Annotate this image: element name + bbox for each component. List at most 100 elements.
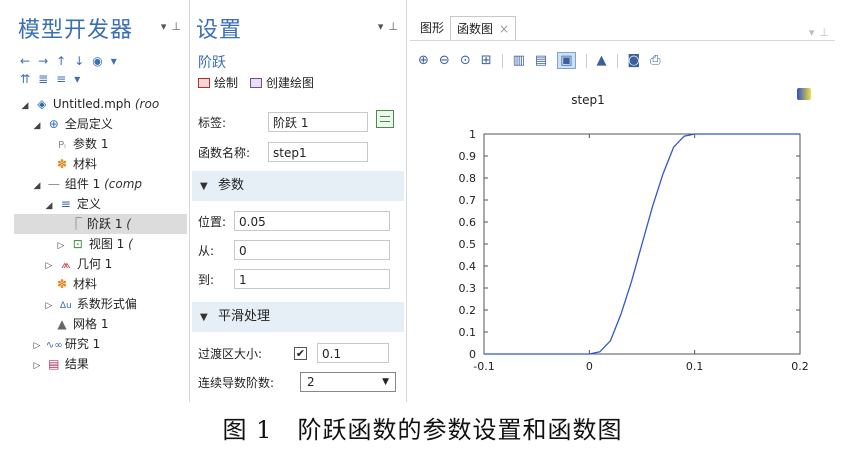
panel-pin-controls[interactable]: ▾ ⊥ [804, 26, 829, 39]
tree-node-step-function[interactable]: ⎾ 阶跃 1 ( [14, 214, 187, 234]
y-tick-label: 0.1 [459, 326, 477, 339]
camera-icon[interactable]: ◙ [628, 53, 641, 68]
tree-node-view[interactable]: ▷ ⊡ 视图 1 ( [14, 234, 187, 254]
tree-node-mesh[interactable]: ▲ 网格 1 [14, 314, 187, 334]
parameters-section-header[interactable]: ▼ 参数 [192, 171, 404, 201]
tree-node-study[interactable]: ▷ ∿∞ 研究 1 [14, 334, 187, 354]
continuous-derivatives-select[interactable]: 2 ▼ [300, 372, 396, 392]
file-icon: ◈ [37, 97, 47, 111]
transition-zone-checkbox[interactable]: ✔ [294, 346, 307, 360]
expand-triangle-icon[interactable]: ◢ [32, 116, 42, 134]
table-icon[interactable]: ▤ [535, 53, 547, 68]
y-tick-label: 0.4 [459, 260, 477, 273]
y-tick-label: 0.6 [459, 216, 477, 229]
tree-node-geometry[interactable]: ▷ ⩕ 几何 1 [14, 254, 187, 274]
tag-label: 标签: [198, 115, 227, 130]
tree-node-parameters[interactable]: Pᵢ 参数 1 [14, 134, 187, 154]
zoom-extents-icon[interactable]: ⊞ [481, 53, 492, 68]
tree-node-coefficient-pde[interactable]: ▷ Δu 系数形式偏 [14, 294, 187, 314]
continuous-derivatives-value: 2 [307, 375, 315, 389]
chevron-down-icon[interactable]: ▾ [74, 72, 80, 86]
transition-zone-input[interactable]: 0.1 [317, 343, 389, 363]
graphics-toolbar: ⊕ ⊖ ⊙ ⊞ ▥ ▤ ▣ ▲ ◙ ⎙ [418, 52, 661, 69]
up-arrow-icon[interactable]: ↑ [56, 54, 66, 68]
plot-axes: 00.10.20.30.40.50.60.70.80.91-0.1 0 0.1 0.2 [459, 128, 809, 373]
pin-icon[interactable]: ⊥ [388, 20, 398, 33]
zoom-out-icon[interactable]: ⊖ [439, 53, 450, 68]
plot-window-icon[interactable]: ▣ [557, 52, 576, 69]
collapsed-triangle-icon[interactable]: ▷ [44, 296, 54, 314]
chevron-down-icon[interactable]: ▾ [809, 26, 815, 39]
tree-node-results[interactable]: ▷ ▤ 结果 [14, 354, 187, 374]
model-builder-nav-toolbar: ← → ↑ ↓ ◉ ▾ [20, 52, 117, 70]
to-label: 到: [198, 272, 215, 287]
show-icon[interactable]: ◉ [92, 54, 102, 68]
zoom-box-icon[interactable]: ⊙ [460, 53, 471, 68]
to-input[interactable]: 1 [234, 269, 390, 289]
tab-graphics[interactable]: 图形 [414, 16, 450, 40]
plot-button[interactable]: 绘制 [198, 74, 238, 91]
back-arrow-icon[interactable]: ← [20, 54, 30, 68]
smoothing-section-header[interactable]: ▼ 平滑处理 [192, 302, 404, 332]
zoom-in-icon[interactable]: ⊕ [418, 53, 429, 68]
panel-divider[interactable] [406, 0, 407, 402]
y-tick-label: 0.7 [459, 194, 477, 207]
list-view-icon[interactable]: ≡ [56, 72, 66, 86]
create-plot-icon [250, 77, 263, 88]
create-plot-button[interactable]: 创建绘图 [250, 74, 314, 91]
tree-node-definitions[interactable]: ◢ ≡ 定义 [14, 194, 187, 214]
geometry-icon: ⩕ [61, 257, 71, 271]
location-row: 位置: 0.05 [198, 210, 390, 232]
panel-pin-controls[interactable]: ▾ ⊥ [156, 20, 181, 33]
continuous-derivatives-row: 连续导数阶数: 2 ▼ [198, 371, 396, 393]
function-name-label: 函数名称: [198, 145, 251, 160]
from-input[interactable]: 0 [234, 240, 390, 260]
expand-triangle-icon[interactable]: ◢ [44, 196, 54, 214]
expand-triangle-icon[interactable]: ◢ [32, 176, 42, 194]
graphics-tabs: 图形 函数图 × [414, 16, 517, 41]
expand-tree-icon[interactable]: ⇈ [20, 72, 30, 86]
tree-node-component[interactable]: ◢ — 组件 1 (comp [14, 174, 187, 194]
print-icon[interactable]: ⎙ [650, 53, 660, 68]
down-arrow-icon[interactable]: ↓ [74, 54, 84, 68]
location-label: 位置: [198, 214, 227, 229]
chevron-down-icon[interactable]: ▾ [161, 20, 167, 33]
collapsed-triangle-icon[interactable]: ▷ [56, 236, 66, 254]
settings-title: 设置 [196, 18, 243, 43]
step-function-icon: ⎾ [69, 217, 82, 231]
comments-icon[interactable] [376, 110, 394, 128]
chevron-down-icon[interactable]: ▾ [111, 54, 117, 68]
forward-arrow-icon[interactable]: → [38, 54, 48, 68]
model-builder-title: 模型开发器 [18, 18, 134, 43]
component-icon: — [47, 177, 60, 191]
tree-node-global-materials[interactable]: ✽ 材料 [14, 154, 187, 174]
close-tab-icon[interactable]: × [499, 22, 509, 36]
settings-actions: 绘制 创建绘图 [198, 74, 314, 91]
function-name-input[interactable]: step1 [268, 142, 368, 162]
panel-pin-controls[interactable]: ▾ ⊥ [373, 20, 398, 33]
function-plot[interactable]: step1 0 0.1 0.2 0.3 0.4 0.5 0.6 0.7 0.8 0.9 1 -0.1 0… [410, 92, 835, 392]
chevron-down-icon[interactable]: ▾ [378, 20, 384, 33]
collapsed-triangle-icon[interactable]: ▷ [32, 356, 42, 374]
tree-node-model[interactable]: ◢ ◈ Untitled.mph (roo [14, 94, 187, 114]
pin-icon[interactable]: ⊥ [171, 20, 181, 33]
collapse-tree-icon[interactable]: ≣ [38, 72, 48, 86]
tree-node-global-definitions[interactable]: ◢ ⊕ 全局定义 [14, 114, 187, 134]
collapsed-triangle-icon[interactable]: ▷ [32, 336, 42, 354]
tab-function-plot[interactable]: 函数图 × [450, 16, 517, 41]
expand-triangle-icon[interactable]: ◢ [20, 96, 30, 114]
lock-icon[interactable]: ▲ [597, 53, 607, 68]
tree-node-component-materials[interactable]: ✽ 材料 [14, 274, 187, 294]
study-icon: ∿∞ [45, 340, 63, 351]
coefficient-pde-icon: Δu [59, 301, 72, 311]
pin-icon[interactable]: ⊥ [819, 26, 829, 39]
panel-divider[interactable] [189, 0, 190, 402]
collapse-triangle-icon: ▼ [200, 312, 208, 323]
function-name-row: 函数名称: step1 [198, 141, 368, 163]
grid-icon[interactable]: ▥ [513, 53, 525, 68]
tag-input[interactable]: 阶跃 1 [268, 112, 368, 132]
collapsed-triangle-icon[interactable]: ▷ [44, 256, 54, 274]
step-curve [484, 133, 800, 355]
location-input[interactable]: 0.05 [234, 211, 390, 231]
globe-icon: ⊕ [48, 117, 59, 131]
